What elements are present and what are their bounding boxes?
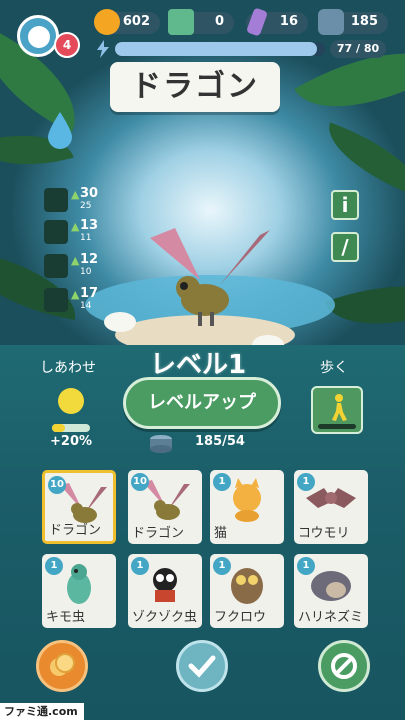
happiness-percent: +20% xyxy=(50,434,93,449)
stat-bell: ▲ 30 25 xyxy=(44,186,104,212)
card-level-badge: 1 xyxy=(213,557,231,575)
info-button[interactable]: i xyxy=(331,190,359,220)
water-drop-icon xyxy=(48,112,72,149)
creature-card-hedgehog[interactable]: 1 ハリネズミ xyxy=(294,554,368,628)
card-level-badge: 1 xyxy=(131,557,149,575)
smiley-icon xyxy=(58,388,84,414)
level-label: レベル1 xyxy=(150,350,247,380)
card-name: コウモリ xyxy=(298,526,350,541)
card-name: キモ虫 xyxy=(46,610,86,625)
creature-card-owl[interactable]: 1 フクロウ xyxy=(210,554,284,628)
card-level-badge: 1 xyxy=(297,557,315,575)
stat-coins: ▲ 17 14 xyxy=(44,286,104,312)
coins-action-button[interactable] xyxy=(36,640,88,692)
edit-button[interactable]: / xyxy=(331,232,359,262)
creature-card-dragon[interactable]: 10 ドラゴン xyxy=(128,470,202,544)
up-arrow-icon: ▲ xyxy=(71,254,80,267)
bell-icon xyxy=(44,188,68,212)
up-arrow-icon: ▲ xyxy=(71,188,80,201)
walker-icon xyxy=(332,394,347,421)
walk-label: 歩く xyxy=(320,360,348,376)
profile-avatar[interactable] xyxy=(17,15,59,57)
stat-lightning: ▲ 12 10 xyxy=(44,252,104,278)
card-level-badge: 1 xyxy=(45,557,63,575)
ticket-icon xyxy=(168,9,194,35)
coins-icon xyxy=(50,653,75,676)
coin-counter[interactable]: 602 xyxy=(94,9,160,35)
food-counter[interactable]: 185 xyxy=(318,9,388,35)
ticket-counter[interactable]: 0 xyxy=(168,9,234,35)
card-name: ゾクゾク虫 xyxy=(132,610,198,625)
level-up-button[interactable]: レベルアップ xyxy=(123,377,281,429)
energy-bolt-icon xyxy=(97,40,109,58)
creature-name: ドラゴン xyxy=(131,69,259,104)
energy-bar-fill xyxy=(115,42,318,56)
happiness-label: しあわせ xyxy=(40,360,96,376)
creature-card-dragon[interactable]: 10 ドラゴン xyxy=(42,470,116,544)
card-level-badge: 1 xyxy=(213,473,231,491)
food-can-icon xyxy=(150,435,172,453)
creature-card-bug[interactable]: 1 キモ虫 xyxy=(42,554,116,628)
card-name: ドラゴン xyxy=(49,523,102,538)
stat-runner: ▲ 13 11 xyxy=(44,218,104,244)
prohibited-icon xyxy=(331,653,357,679)
up-arrow-icon: ▲ xyxy=(71,288,80,301)
watermark-logo: ファミ通.com xyxy=(0,703,84,720)
creature-name-banner: ドラゴン xyxy=(110,62,280,112)
runner-icon xyxy=(44,220,68,244)
food-can-icon xyxy=(318,9,344,35)
card-name: フクロウ xyxy=(214,610,267,625)
coins-icon xyxy=(44,288,68,312)
energy-label: 77 / 80 xyxy=(330,40,386,58)
energy-bar xyxy=(115,42,325,56)
lightning-icon xyxy=(44,254,68,278)
notification-badge: 4 xyxy=(54,32,80,58)
cancel-button[interactable] xyxy=(318,640,370,692)
card-level-badge: 10 xyxy=(48,476,66,494)
card-level-badge: 1 xyxy=(297,473,315,491)
confirm-button[interactable] xyxy=(176,640,228,692)
checkmark-icon xyxy=(188,655,216,678)
food-count: 185/54 xyxy=(195,434,245,449)
crystal-counter[interactable]: 16 xyxy=(245,7,308,37)
up-arrow-icon: ▲ xyxy=(71,220,80,233)
card-name: 猫 xyxy=(214,526,228,541)
creature-card-bat[interactable]: 1 コウモリ xyxy=(294,470,368,544)
coin-icon xyxy=(94,9,120,35)
creature-card-cat[interactable]: 1猫 xyxy=(210,470,284,544)
card-level-badge: 10 xyxy=(131,473,149,491)
happiness-bar-fill xyxy=(52,424,66,432)
creature-card-beetle[interactable]: 1 ゾクゾク虫 xyxy=(128,554,202,628)
moomin-face-icon xyxy=(28,26,50,48)
card-name: ドラゴン xyxy=(132,526,185,541)
walk-progress-bar xyxy=(318,424,356,429)
happiness-bar xyxy=(52,424,90,432)
card-name: ハリネズミ xyxy=(298,610,364,625)
